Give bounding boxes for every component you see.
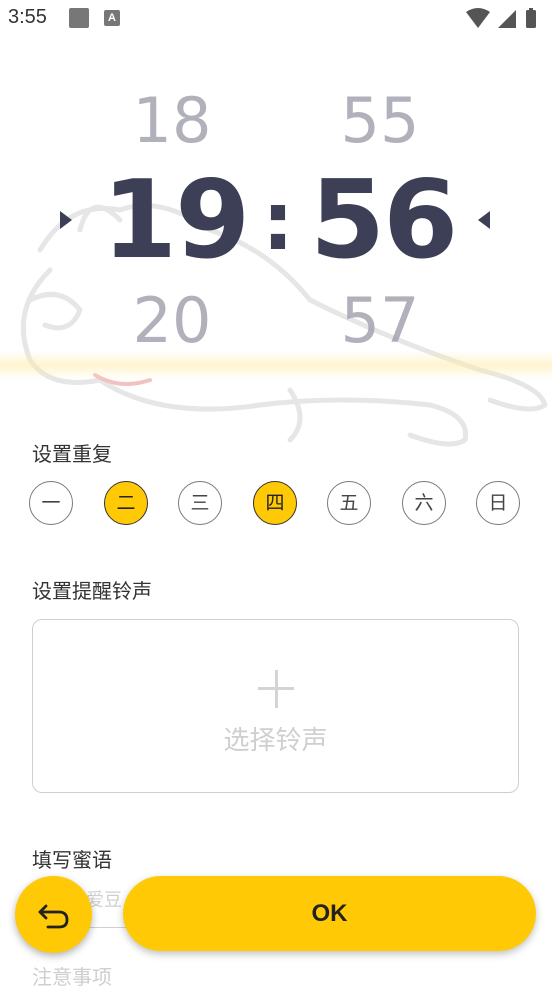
day-sun-toggle[interactable]: 日 — [476, 481, 520, 525]
highlight-strip — [0, 350, 552, 380]
ok-button[interactable]: OK — [123, 876, 536, 951]
day-fri-toggle[interactable]: 五 — [327, 481, 371, 525]
time-separator: : — [262, 175, 294, 268]
signal-icon — [498, 10, 516, 28]
day-wed-toggle[interactable]: 三 — [178, 481, 222, 525]
caret-right-icon — [60, 211, 72, 229]
ringtone-label: 设置提醒铃声 — [32, 579, 152, 603]
repeat-label: 设置重复 — [32, 442, 112, 466]
hour-prev[interactable]: 18 — [102, 84, 242, 157]
back-button[interactable] — [15, 876, 92, 953]
caret-left-icon — [478, 211, 490, 229]
select-ringtone-text: 选择铃声 — [223, 726, 328, 756]
time-picker[interactable]: 18 55 19 : 56 20 57 — [0, 70, 552, 447]
status-bar: 3:55 A — [0, 0, 552, 40]
minute-next[interactable]: 57 — [310, 284, 450, 357]
day-sat-toggle[interactable]: 六 — [402, 481, 446, 525]
weekday-selector: 一 二 三 四 五 六 日 — [29, 481, 524, 529]
battery-icon — [526, 10, 536, 28]
minute-prev[interactable]: 55 — [310, 84, 450, 157]
notification-square-icon — [69, 8, 89, 28]
undo-arrow-icon — [38, 904, 69, 929]
status-icons — [466, 8, 536, 28]
status-time: 3:55 — [8, 6, 47, 28]
notification-a-icon: A — [104, 10, 120, 26]
minute-current[interactable]: 56 — [310, 158, 458, 283]
hour-current[interactable]: 19 — [102, 158, 250, 283]
day-tue-toggle[interactable]: 二 — [104, 481, 148, 525]
day-mon-toggle[interactable]: 一 — [29, 481, 73, 525]
select-ringtone-button[interactable]: 选择铃声 — [32, 619, 519, 793]
notes-label: 注意事项 — [32, 965, 112, 989]
day-thu-toggle[interactable]: 四 — [253, 481, 297, 525]
hour-next[interactable]: 20 — [102, 284, 242, 357]
message-label: 填写蜜语 — [32, 848, 112, 872]
wifi-icon — [466, 8, 490, 28]
